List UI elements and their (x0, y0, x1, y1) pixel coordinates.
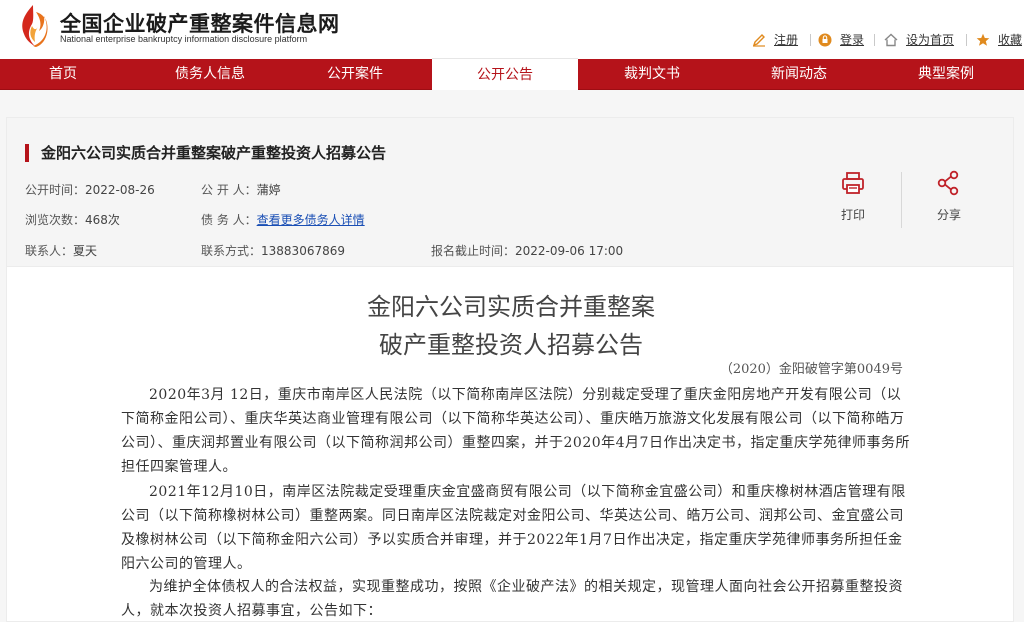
site-header: 全国企业破产重整案件信息网 National enterprise bankru… (0, 0, 1024, 58)
contact-person: 联系人：夏天 (25, 244, 98, 258)
favorite-label[interactable]: 收藏 (998, 32, 1022, 48)
debtor: 债 务 人：查看更多债务人详情 (201, 213, 365, 227)
title-accent-bar (25, 144, 29, 162)
article-paragraph: 2021年12月10日，南岸区法院裁定受理重庆金宜盛商贸有限公司（以下简称金宜盛… (121, 484, 906, 572)
print-label: 打印 (840, 208, 865, 222)
article-paragraph: 为维护全体债权人的合法权益，实现重整成功，按照《企业破产法》的相关规定，现管理人… (121, 579, 903, 619)
notice-info-panel: 金阳六公司实质合并重整案破产重整投资人招募公告 公开时间：2022-08-26 … (6, 117, 1014, 267)
article-title-line-2: 破产重整投资人招募公告 (379, 331, 643, 359)
action-divider (901, 172, 902, 228)
divider (966, 34, 967, 46)
nav-home[interactable]: 首页 (0, 59, 126, 90)
printer-icon (842, 172, 864, 194)
main-nav: 首页 债务人信息 公开案件 公开公告 裁判文书 新闻动态 典型案例 (0, 58, 1024, 91)
nav-public-cases[interactable]: 公开案件 (290, 59, 420, 90)
home-icon (884, 33, 898, 47)
site-subtitle: National enterprise bankruptcy informati… (60, 34, 308, 44)
print-button[interactable]: 打印 (823, 170, 883, 223)
article-paragraph: 2020年3月 12日，重庆市南岸区人民法院（以下简称南岸区法院）分别裁定受理了… (121, 387, 910, 475)
flame-logo-icon[interactable] (18, 4, 48, 48)
contact-phone: 联系方式：13883067869 (201, 244, 345, 258)
login-icon (818, 33, 832, 47)
share-label: 分享 (936, 208, 961, 222)
publisher: 公 开 人：蒲婷 (201, 183, 281, 197)
set-homepage-label[interactable]: 设为首页 (906, 32, 954, 48)
document-number: （2020）金阳破管字第0049号 (719, 362, 903, 377)
register-link-label[interactable]: 注册 (774, 32, 798, 48)
register-icon (752, 34, 765, 47)
nav-news[interactable]: 新闻动态 (735, 59, 863, 90)
share-icon (937, 170, 959, 196)
nav-judgments[interactable]: 裁判文书 (588, 59, 716, 90)
publish-time: 公开时间：2022-08-26 (25, 183, 155, 197)
star-icon (976, 33, 990, 46)
registration-deadline: 报名截止时间：2022-09-06 17:00 (431, 244, 624, 258)
divider (810, 34, 811, 46)
debtor-details-link[interactable]: 查看更多债务人详情 (257, 213, 365, 227)
nav-public-notices[interactable]: 公开公告 (432, 58, 578, 91)
share-button[interactable]: 分享 (919, 170, 979, 223)
login-link-label[interactable]: 登录 (840, 32, 864, 48)
article-body: 金阳六公司实质合并重整案 破产重整投资人招募公告 （2020）金阳破管字第004… (6, 267, 1014, 622)
view-count: 浏览次数：468次 (25, 213, 120, 227)
nav-typical-cases[interactable]: 典型案例 (880, 59, 1012, 90)
article-title-line-1: 金阳六公司实质合并重整案 (367, 293, 655, 321)
page-title: 金阳六公司实质合并重整案破产重整投资人招募公告 (41, 144, 387, 162)
nav-debtor-info[interactable]: 债务人信息 (145, 59, 275, 90)
divider (874, 34, 875, 46)
